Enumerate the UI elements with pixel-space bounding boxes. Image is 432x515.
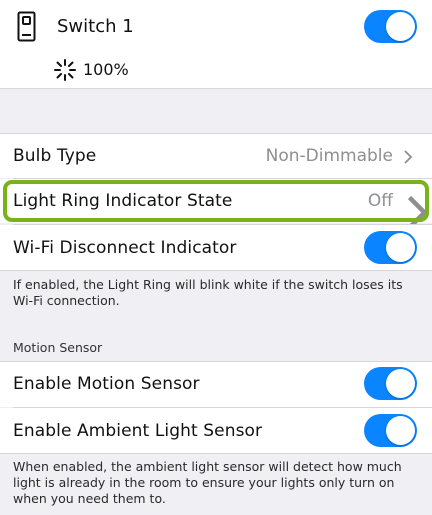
wall-switch-icon xyxy=(17,11,36,42)
toggle-knob xyxy=(386,369,415,398)
device-name: Switch 1 xyxy=(57,16,134,37)
wifi-indicator-label: Wi-Fi Disconnect Indicator xyxy=(13,238,237,258)
ambient-sensor-note: When enabled, the ambient light sensor w… xyxy=(13,459,402,506)
ambient-sensor-toggle[interactable] xyxy=(364,414,417,447)
divider xyxy=(0,270,432,271)
brightness-icon xyxy=(54,59,76,81)
wifi-indicator-toggle[interactable] xyxy=(364,231,417,264)
motion-sensor-row: Enable Motion Sensor xyxy=(0,362,432,407)
device-power-toggle[interactable] xyxy=(364,10,417,43)
toggle-knob xyxy=(386,416,415,445)
toggle-knob xyxy=(386,12,415,41)
motion-sensor-label: Enable Motion Sensor xyxy=(13,374,200,394)
divider xyxy=(0,453,432,454)
chevron-right-icon xyxy=(404,150,413,164)
motion-sensor-toggle[interactable] xyxy=(364,367,417,400)
bulb-type-row[interactable]: Bulb Type Non-Dimmable xyxy=(0,134,432,178)
device-card: Switch 1 100% xyxy=(0,0,432,89)
brightness-value: 100% xyxy=(83,60,129,79)
motion-section-title: Motion Sensor xyxy=(13,340,103,355)
ambient-sensor-label: Enable Ambient Light Sensor xyxy=(13,421,263,441)
bulb-type-value: Non-Dimmable xyxy=(265,146,393,166)
wifi-indicator-row: Wi-Fi Disconnect Indicator xyxy=(0,225,432,271)
bulb-type-label: Bulb Type xyxy=(13,146,97,166)
toggle-knob xyxy=(386,233,415,262)
ambient-sensor-row: Enable Ambient Light Sensor xyxy=(0,408,432,453)
highlight-frame xyxy=(3,180,429,222)
wifi-indicator-note: If enabled, the Light Ring will blink wh… xyxy=(13,277,403,308)
